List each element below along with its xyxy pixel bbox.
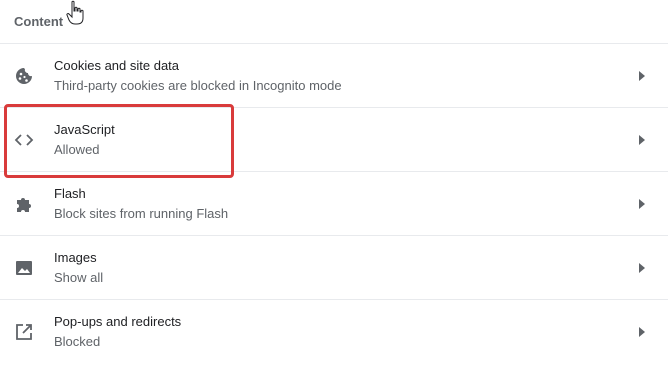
chevron-right-icon xyxy=(639,199,645,209)
chevron-right-icon xyxy=(639,71,645,81)
image-icon xyxy=(16,261,32,275)
item-sublabel: Blocked xyxy=(54,334,101,349)
item-label: Flash xyxy=(54,186,86,201)
content-settings-list: Cookies and site data Third-party cookie… xyxy=(0,43,668,363)
chevron-right-icon xyxy=(639,135,645,145)
item-label: Cookies and site data xyxy=(54,58,180,73)
section-title: Content xyxy=(14,14,64,29)
list-item-popups[interactable]: Pop-ups and redirects Blocked xyxy=(0,299,668,363)
javascript-highlight-box xyxy=(4,104,234,178)
puzzle-piece-icon xyxy=(17,198,31,212)
cookie-icon xyxy=(16,68,32,84)
item-sublabel: Block sites from running Flash xyxy=(54,206,229,221)
list-item-flash[interactable]: Flash Block sites from running Flash xyxy=(0,171,668,235)
item-sublabel: Third-party cookies are blocked in Incog… xyxy=(54,78,342,93)
open-in-new-icon xyxy=(16,324,32,340)
item-label: Pop-ups and redirects xyxy=(54,314,182,329)
list-item-images[interactable]: Images Show all xyxy=(0,235,668,299)
list-item-cookies[interactable]: Cookies and site data Third-party cookie… xyxy=(0,43,668,107)
chevron-right-icon xyxy=(639,327,645,337)
item-sublabel: Show all xyxy=(54,270,104,285)
settings-page: Content Cookies and site data Third-part… xyxy=(0,0,670,371)
chevron-right-icon xyxy=(639,263,645,273)
item-label: Images xyxy=(54,250,97,265)
hand-cursor-icon xyxy=(66,0,84,25)
